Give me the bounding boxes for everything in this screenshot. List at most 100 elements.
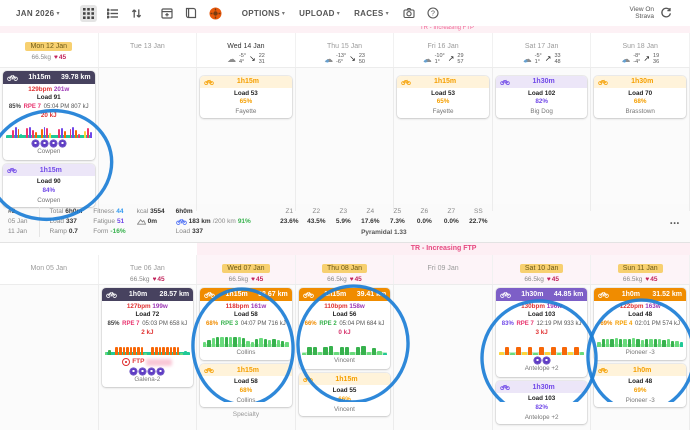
load-label: Load 70 [594,89,686,98]
workout-card-completed[interactable]: 1h0m31.52 km122bpm 163wLoad 4869% RPE 4 … [594,288,686,361]
chart-bar [41,129,43,139]
bike-icon [303,291,314,298]
grid-view-button[interactable] [80,5,97,22]
day-header[interactable]: Mon 05 Jan [0,255,99,284]
workout-card-completed[interactable]: 1h15m39.78 km129bpm 201wLoad 9185% RPE 7… [3,71,95,161]
month-selector[interactable]: JAN 2026 [16,9,60,18]
workout-card-completed[interactable]: 1h0m28.57 km127bpm 199wLoad 7285% RPE 7 … [102,288,194,388]
day-header[interactable]: Sat 17 Jan☁❄-5°1°↗3348 [493,33,592,67]
day-cell[interactable] [0,285,99,430]
book-icon [185,7,197,19]
workout-card-completed[interactable]: 1h30m44.85 km130bpm 196wLoad 10383% RPE … [496,288,588,378]
intensity-percent: 69% [594,387,686,396]
workout-card-planned[interactable]: 1h0mLoad 4869%Pioneer -3 [594,364,686,407]
workout-card-planned[interactable]: 1h15mLoad 5868%Collins [200,364,292,407]
card-header: 1h30m [594,76,686,88]
journal-button[interactable] [185,7,197,19]
intensity-percent: 83% [502,321,514,327]
day-header[interactable]: Tue 13 Jan [99,33,198,67]
chart-bar [64,131,66,138]
mountain-icon [137,218,146,225]
list-view-button[interactable] [104,5,121,22]
workout-card-planned[interactable]: 1h15mLoad 5365%Fayette [397,76,489,119]
day-cell[interactable]: 1h15mLoad 5365%Fayette [197,68,296,211]
card-header: 1h15m39.78 km [3,71,95,84]
avg-power: 196w [547,303,562,310]
day-cell[interactable] [394,285,493,430]
weight-label: 66.5kg [327,276,347,283]
list-icon [107,8,118,19]
snowflake-icon: ❄ [424,60,428,65]
day-header[interactable]: Wed 14 Jan☁-5°4°↘2231 [197,33,296,67]
workout-name: Vincent [301,357,389,366]
refresh-button[interactable] [660,7,672,19]
day-header[interactable]: Tue 06 Jan 66.5kg45 [99,255,198,284]
options-menu[interactable]: OPTIONS [242,9,285,18]
chart-bar [285,342,288,346]
day-cell[interactable]: 1h30m44.85 km130bpm 196wLoad 10383% RPE … [493,285,592,430]
card-header: 1h15m39.41 km [299,288,391,301]
week-menu-button[interactable]: ••• [670,219,680,229]
workout-card-planned[interactable]: 1h30mLoad 10282%Big Dog [496,76,588,119]
races-menu[interactable]: RACES [354,9,389,18]
workout-card-completed[interactable]: 1h15m38.67 km118bpm 161wLoad 5868% RPE 3… [200,288,292,361]
day-cell[interactable]: 1h15m39.78 km129bpm 201wLoad 9185% RPE 7… [0,68,99,211]
help-button[interactable]: ? [427,7,439,19]
workout-card-planned[interactable]: 1h15mLoad 5365%Fayette [200,76,292,119]
day-label: Tue 06 Jan [130,264,165,273]
intensity-percent: 69% [600,321,612,327]
chart-bar [318,352,322,355]
duration-label: 1h30m [611,78,673,85]
ride-target: /200 km [213,217,236,227]
day-cell[interactable]: 1h15m38.67 km118bpm 161wLoad 5868% RPE 3… [197,285,296,430]
day-cell[interactable]: 1h0m28.57 km127bpm 199wLoad 7285% RPE 7 … [99,285,198,430]
day-header[interactable]: Thu 08 Jan66.5kg45 [296,255,395,284]
total-load: 337 [66,217,77,227]
chart-bar [636,339,639,347]
day-cell[interactable]: 1h30mLoad 10282%Big Dog [493,68,592,211]
avatar-icon[interactable] [209,7,222,20]
zone-label: Z5 [384,207,411,217]
day-header[interactable]: Wed 07 Jan66.5kg45 [197,255,296,284]
duration-label: 1h15m [316,376,378,383]
card-header: 1h15m [299,373,391,385]
day-metrics: 66.5kg45 [99,276,197,283]
day-header[interactable]: Fri 16 Jan☁❄-10°1°↗2957 [394,33,493,67]
day-header[interactable]: Mon 12 Jan66.5kg45 [0,33,99,67]
day-header[interactable]: Sun 18 Jan☁❄-8°-4°↗1936 [591,33,690,67]
day-cell[interactable]: 1h15mLoad 5365%Fayette [394,68,493,211]
energy-deficit-label: 2 kJ [104,329,192,338]
chart-bar [264,339,267,347]
workout-card-completed[interactable]: 1h15m39.41 km110bpm 158wLoad 5666% RPE 2… [299,288,391,370]
day-cell[interactable] [99,68,198,211]
add-event-button[interactable] [161,7,173,19]
chart-bar [580,352,585,356]
workout-card-planned[interactable]: 1h30mLoad 7068%Brasstown [594,76,686,119]
plan-banner-top-label: TR - Increasing FTP [420,26,474,31]
view-on-strava-link[interactable]: View On Strava [630,6,654,21]
day-header[interactable]: Sat 10 Jan66.5kg45 [493,255,592,284]
chart-bar [246,341,249,347]
day-header[interactable]: Thu 15 Jan☁❄-13°-6°↘2350 [296,33,395,67]
day-cell[interactable] [296,68,395,211]
sort-arrows-button[interactable] [128,5,145,22]
workout-card-planned[interactable]: 1h15mLoad 5566%Vincent [299,373,391,416]
workout-card-planned[interactable]: 1h15mLoad 9084%Cowpen [3,164,95,207]
chart-bar [112,353,115,356]
bike-icon [7,74,18,81]
day-cell[interactable]: 1h0m31.52 km122bpm 163wLoad 4869% RPE 4 … [591,285,690,430]
view-on-label: View On [630,6,654,13]
chart-bar [29,127,31,139]
day-header[interactable]: Sun 11 Jan66.5kg45 [591,255,690,284]
workout-name: Vincent [299,405,391,416]
day-cell[interactable]: 1h30mLoad 7068%Brasstown [591,68,690,211]
day-header[interactable]: Fri 09 Jan [394,255,493,284]
chart-bar [212,338,215,347]
camera-button[interactable] [403,7,415,19]
zone-value: 0.0% [411,217,438,227]
workout-card-planned[interactable]: 1h30mLoad 10382%Antelope +2 [496,381,588,424]
upload-menu[interactable]: UPLOAD [299,9,340,18]
energy-block: kcal3554 0m [137,207,165,227]
chart-bar [557,353,562,356]
day-cell[interactable]: 1h15m39.41 km110bpm 158wLoad 5666% RPE 2… [296,285,395,430]
